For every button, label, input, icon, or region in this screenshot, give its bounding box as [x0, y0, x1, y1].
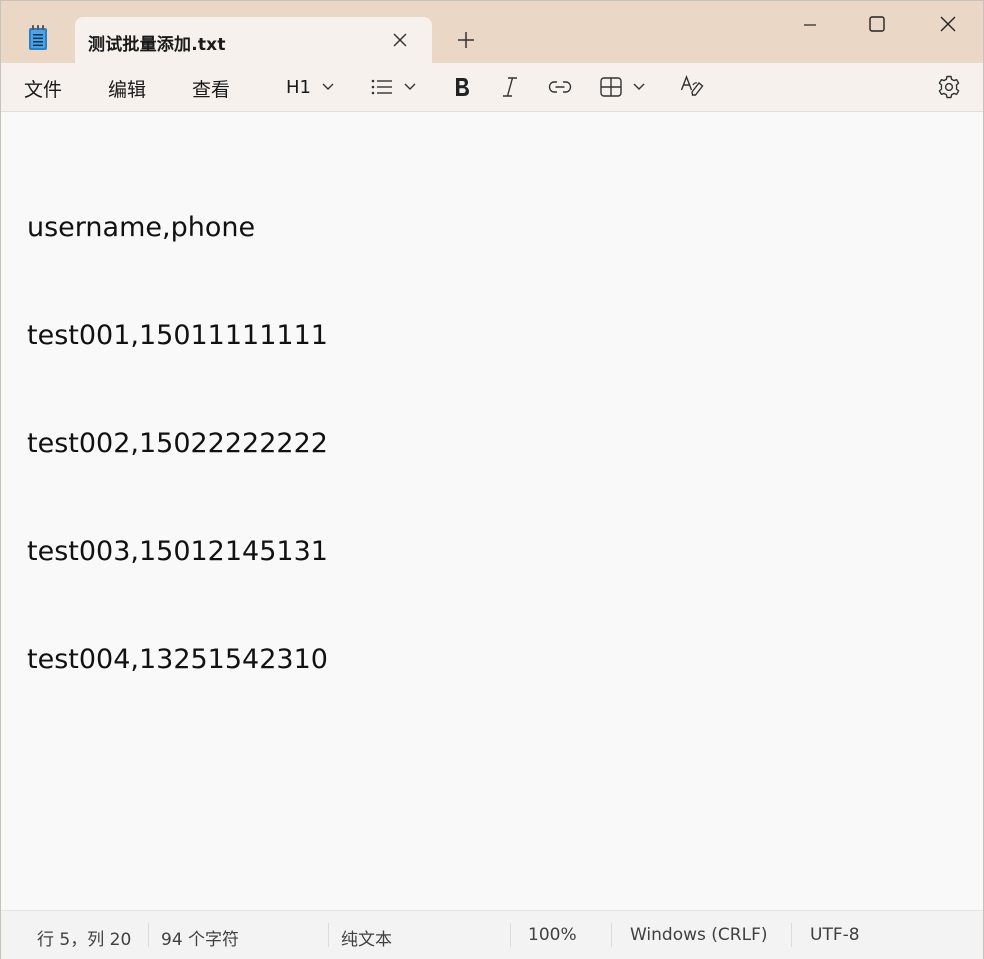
- maximize-button[interactable]: [854, 7, 900, 41]
- status-divider: [611, 923, 612, 947]
- editor-line: test002,15022222222: [27, 428, 328, 459]
- plus-icon: [458, 32, 474, 48]
- bulleted-list-icon: [371, 79, 392, 95]
- tab-title: 测试批量添加.txt: [88, 35, 226, 55]
- editor-line: test001,15011111111: [27, 320, 328, 351]
- status-divider: [328, 923, 329, 947]
- close-window-button[interactable]: [925, 7, 971, 41]
- new-tab-button[interactable]: [453, 27, 479, 53]
- line-ending[interactable]: Windows (CRLF): [630, 925, 768, 945]
- clear-formatting-icon: [680, 75, 704, 96]
- table-dropdown[interactable]: [600, 74, 646, 100]
- status-divider: [791, 923, 792, 947]
- link-icon: [548, 81, 572, 93]
- clear-formatting-button[interactable]: [680, 74, 704, 100]
- editor-line: test003,15012145131: [27, 536, 328, 567]
- close-icon: [940, 16, 956, 32]
- minimize-icon: [804, 24, 816, 26]
- character-count: 94 个字符: [161, 930, 240, 950]
- text-format[interactable]: 纯文本: [341, 925, 392, 950]
- notepad-icon: [28, 25, 48, 51]
- menu-file[interactable]: 文件: [24, 75, 62, 102]
- chevron-down-icon: [322, 83, 334, 90]
- chevron-down-icon: [404, 83, 416, 90]
- bold-icon: [456, 78, 469, 96]
- tab-document[interactable]: 测试批量添加.txt: [75, 17, 432, 63]
- italic-button[interactable]: [501, 74, 519, 100]
- status-divider: [148, 923, 149, 947]
- menu-view[interactable]: 查看: [192, 75, 230, 102]
- heading-dropdown[interactable]: H1: [286, 74, 335, 100]
- heading-label: H1: [286, 76, 311, 98]
- bold-button[interactable]: [453, 74, 471, 100]
- title-bar[interactable]: 测试批量添加.txt: [1, 1, 983, 63]
- editor-content: username,phone test001,15011111111 test0…: [27, 138, 328, 750]
- chevron-down-icon: [633, 83, 645, 90]
- list-dropdown[interactable]: [371, 74, 417, 100]
- cursor-position[interactable]: 行 5，列 20: [37, 925, 131, 950]
- zoom-level[interactable]: 100%: [528, 925, 577, 945]
- editor-line: test004,13251542310: [27, 644, 328, 675]
- menu-edit[interactable]: 编辑: [108, 75, 146, 102]
- notepad-window: 测试批量添加.txt 文件 编辑 查看 H1 username,phone te…: [0, 0, 984, 959]
- maximize-icon: [869, 16, 885, 32]
- link-button[interactable]: [548, 74, 572, 100]
- close-icon: [393, 33, 407, 47]
- encoding[interactable]: UTF-8: [810, 925, 860, 945]
- settings-button[interactable]: [937, 74, 961, 100]
- table-icon: [600, 77, 622, 97]
- italic-icon: [503, 77, 517, 97]
- status-bar: 行 5，列 20 94 个字符 纯文本 100% Windows (CRLF) …: [1, 910, 983, 959]
- gear-icon: [938, 75, 960, 99]
- tab-close-button[interactable]: [389, 29, 411, 51]
- text-editor[interactable]: username,phone test001,15011111111 test0…: [2, 112, 983, 909]
- editor-line: username,phone: [27, 212, 256, 243]
- minimize-button[interactable]: [787, 7, 833, 41]
- status-divider: [510, 923, 511, 947]
- menu-bar: 文件 编辑 查看 H1: [1, 63, 983, 112]
